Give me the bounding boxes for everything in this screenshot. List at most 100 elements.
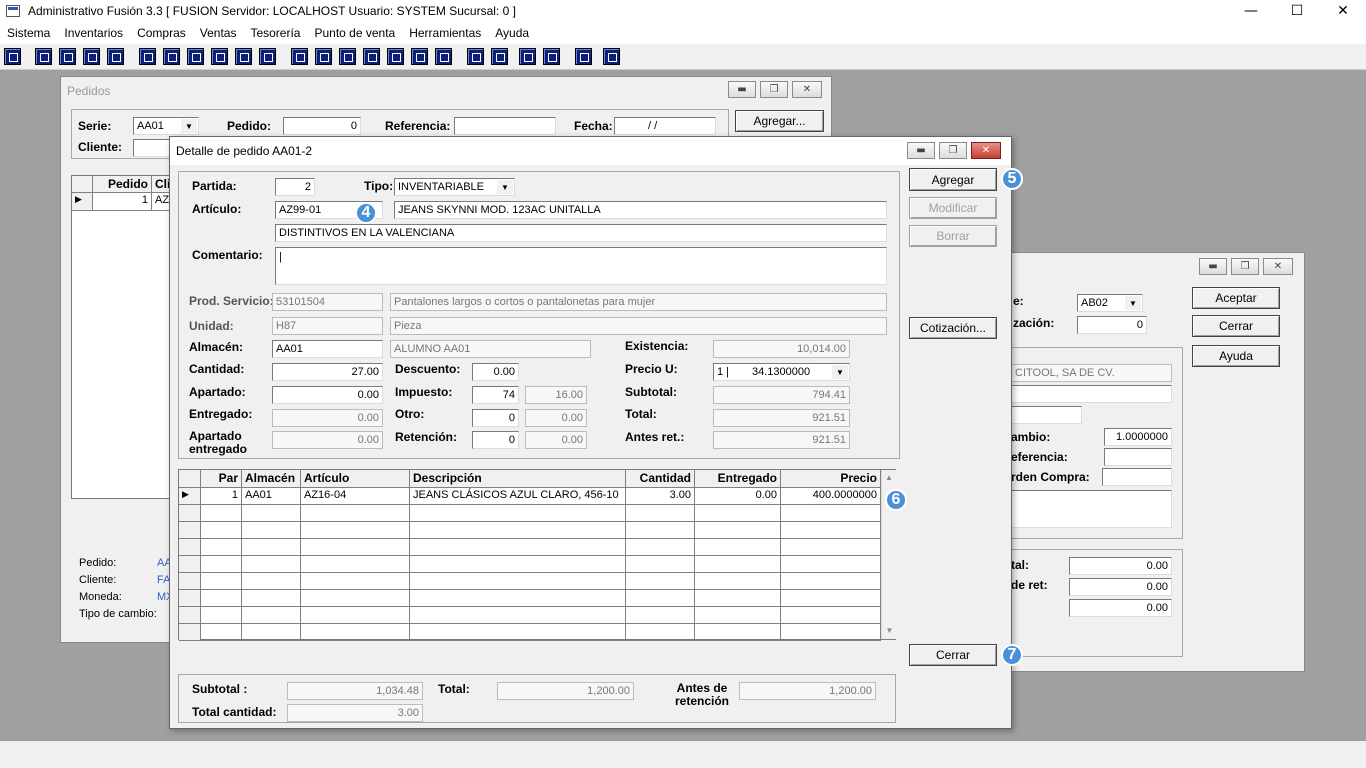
transfer-icon[interactable] <box>83 48 100 65</box>
empty-cell[interactable] <box>179 556 201 573</box>
empty-cell[interactable] <box>301 556 410 573</box>
empty-cell[interactable] <box>410 607 626 624</box>
empty-cell[interactable] <box>410 505 626 522</box>
fecha-input[interactable]: / / <box>614 117 716 135</box>
cell-par[interactable]: 1 <box>201 488 242 505</box>
users-icon[interactable] <box>291 48 308 65</box>
menu-ayuda[interactable]: Ayuda <box>488 26 536 40</box>
empty-cell[interactable] <box>695 505 781 522</box>
head-descripcion[interactable]: Descripción <box>410 470 626 488</box>
calculator-icon[interactable] <box>4 48 21 65</box>
menu-sistema[interactable]: Sistema <box>0 26 57 40</box>
menu-punto-de-venta[interactable]: Punto de venta <box>307 26 402 40</box>
referencia-input[interactable] <box>454 117 556 135</box>
print-out-icon[interactable] <box>211 48 228 65</box>
empty-cell[interactable] <box>242 505 301 522</box>
cerrar-button[interactable]: Cerrar <box>909 644 997 666</box>
head-almacen[interactable]: Almacén <box>242 470 301 488</box>
ayuda-button[interactable]: Ayuda <box>1192 345 1280 367</box>
cell-precio[interactable]: 400.0000000 <box>781 488 881 505</box>
cantidad-input[interactable]: 27.00 <box>272 363 383 381</box>
menu-tesoreria[interactable]: Tesorería <box>243 26 307 40</box>
empty-cell[interactable] <box>242 607 301 624</box>
empty-cell[interactable] <box>695 624 781 641</box>
menu-compras[interactable]: Compras <box>130 26 193 40</box>
empty-cell[interactable] <box>626 505 695 522</box>
home-icon[interactable] <box>467 48 484 65</box>
agregar-button[interactable]: Agregar <box>909 168 997 191</box>
empty-cell[interactable] <box>242 556 301 573</box>
menu-ventas[interactable]: Ventas <box>193 26 244 40</box>
empty-cell[interactable] <box>626 607 695 624</box>
maximize-button[interactable]: ☐ <box>1274 0 1320 22</box>
empty-cell[interactable] <box>781 573 881 590</box>
pedidos-minimize-icon[interactable]: ▬ <box>728 81 756 98</box>
empty-cell[interactable] <box>179 522 201 539</box>
empty-cell[interactable] <box>626 573 695 590</box>
empty-cell[interactable] <box>201 573 242 590</box>
back-minimize-icon[interactable]: ▬ <box>1199 258 1227 275</box>
list-icon[interactable] <box>259 48 276 65</box>
empty-cell[interactable] <box>201 505 242 522</box>
export-icon[interactable] <box>339 48 356 65</box>
head-precio[interactable]: Precio <box>781 470 881 488</box>
back-field-3[interactable] <box>1011 406 1082 424</box>
cotizacion-button[interactable]: Cotización... <box>909 317 997 339</box>
empty-cell[interactable] <box>410 590 626 607</box>
back-restore-icon[interactable]: ❐ <box>1231 258 1259 275</box>
empty-cell[interactable] <box>626 556 695 573</box>
undo-icon[interactable] <box>543 48 560 65</box>
pedidos-agregar-button[interactable]: Agregar... <box>735 110 824 132</box>
back-zacion-input[interactable]: 0 <box>1077 316 1147 334</box>
empty-cell[interactable] <box>301 505 410 522</box>
empty-cell[interactable] <box>179 573 201 590</box>
descuento-input[interactable]: 0.00 <box>472 363 519 381</box>
box-icon[interactable] <box>315 48 332 65</box>
dollar-icon[interactable] <box>387 48 404 65</box>
empty-cell[interactable] <box>301 522 410 539</box>
empty-cell[interactable] <box>695 539 781 556</box>
articulo-desc[interactable]: JEANS SKYNNI MOD. 123AC UNITALLA <box>394 201 887 219</box>
empty-cell[interactable] <box>626 522 695 539</box>
add-icon[interactable] <box>363 48 380 65</box>
retencion-input[interactable]: 0 <box>472 431 519 449</box>
cell-descripcion[interactable]: JEANS CLÁSICOS AZUL CLARO, 456-10 <box>410 488 626 505</box>
empty-cell[interactable] <box>179 539 201 556</box>
empty-cell[interactable] <box>179 624 201 641</box>
modificar-button[interactable]: Modificar <box>909 197 997 219</box>
empty-cell[interactable] <box>301 573 410 590</box>
folder-icon[interactable] <box>163 48 180 65</box>
back-cambio-input[interactable]: 1.0000000 <box>1104 428 1172 446</box>
empty-cell[interactable] <box>301 607 410 624</box>
head-par[interactable]: Par <box>201 470 242 488</box>
tipo-select[interactable]: INVENTARIABLE ▼ <box>394 178 515 196</box>
almacen-input[interactable]: AA01 <box>272 340 383 358</box>
user-icon[interactable] <box>139 48 156 65</box>
empty-cell[interactable] <box>242 590 301 607</box>
empty-cell[interactable] <box>201 607 242 624</box>
back-cerrar-button[interactable]: Cerrar <box>1192 315 1280 337</box>
empty-cell[interactable] <box>301 539 410 556</box>
refresh-icon[interactable] <box>519 48 536 65</box>
borrar-button[interactable]: Borrar <box>909 225 997 247</box>
close-button[interactable]: ✕ <box>1320 0 1366 22</box>
empty-cell[interactable] <box>781 624 881 641</box>
otro-input[interactable]: 0 <box>472 409 519 427</box>
head-entregado[interactable]: Entregado <box>695 470 781 488</box>
empty-cell[interactable] <box>242 522 301 539</box>
document-icon[interactable] <box>235 48 252 65</box>
pedidos-restore-icon[interactable]: ❐ <box>760 81 788 98</box>
empty-cell[interactable] <box>695 607 781 624</box>
partida-input[interactable]: 2 <box>275 178 315 196</box>
empty-cell[interactable] <box>626 590 695 607</box>
empty-cell[interactable] <box>301 590 410 607</box>
empty-cell[interactable] <box>201 624 242 641</box>
head-cantidad[interactable]: Cantidad <box>626 470 695 488</box>
comentario-textarea[interactable]: | <box>275 247 887 285</box>
empty-cell[interactable] <box>695 590 781 607</box>
back-field-2[interactable] <box>1011 385 1172 403</box>
empty-cell[interactable] <box>781 539 881 556</box>
empty-cell[interactable] <box>201 539 242 556</box>
aceptar-button[interactable]: Aceptar <box>1192 287 1280 309</box>
empty-cell[interactable] <box>410 539 626 556</box>
